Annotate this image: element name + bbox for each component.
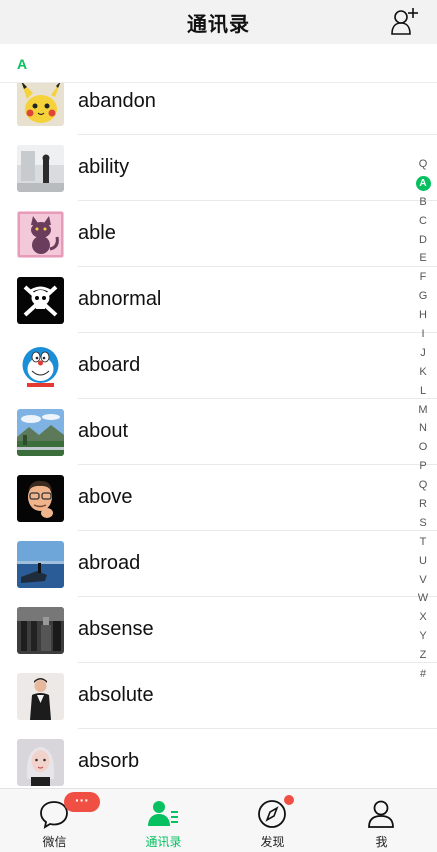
tab-me[interactable]: 我 bbox=[327, 789, 436, 852]
contact-name: absolute bbox=[78, 684, 154, 706]
contact-list[interactable]: abandon ability able abnormal aboard abo… bbox=[0, 83, 437, 788]
divider bbox=[78, 596, 437, 597]
contact-name: abnormal bbox=[78, 288, 162, 310]
index-letter[interactable]: L bbox=[414, 382, 432, 401]
index-letter[interactable]: E bbox=[414, 249, 432, 268]
contact-name: above bbox=[78, 486, 133, 508]
sea-avatar bbox=[17, 541, 64, 588]
index-letter[interactable]: O bbox=[414, 438, 432, 457]
skull-flag-avatar bbox=[17, 277, 64, 324]
tab-label: 发现 bbox=[260, 835, 285, 849]
index-letter[interactable]: Z bbox=[414, 646, 432, 665]
divider bbox=[78, 200, 437, 201]
index-letter[interactable]: V bbox=[414, 571, 432, 590]
index-letter[interactable]: J bbox=[414, 344, 432, 363]
index-letter[interactable]: Q bbox=[414, 155, 432, 174]
index-letter[interactable]: D bbox=[414, 231, 432, 250]
index-letter[interactable]: B bbox=[414, 193, 432, 212]
index-letter[interactable]: Y bbox=[414, 627, 432, 646]
contact-name: abroad bbox=[78, 552, 141, 574]
profile-icon bbox=[368, 800, 394, 828]
nav-header: 通讯录 bbox=[0, 0, 437, 44]
tab-label: 我 bbox=[375, 835, 388, 849]
unread-badge: ··· bbox=[64, 792, 100, 812]
contact-name: abandon bbox=[78, 90, 156, 112]
index-letter[interactable]: C bbox=[414, 212, 432, 231]
divider bbox=[78, 662, 437, 663]
doraemon-avatar bbox=[17, 343, 64, 390]
contact-row[interactable]: absolute bbox=[0, 664, 437, 729]
discover-dot-badge bbox=[284, 795, 294, 805]
contact-row[interactable]: above bbox=[0, 466, 437, 531]
contact-name: absense bbox=[78, 618, 154, 640]
contact-row[interactable]: absorb bbox=[0, 730, 437, 788]
index-letter[interactable]: I bbox=[414, 325, 432, 344]
index-letter[interactable]: X bbox=[414, 608, 432, 627]
divider bbox=[78, 332, 437, 333]
contact-name: about bbox=[78, 420, 129, 442]
contact-row[interactable]: aboard bbox=[0, 334, 437, 399]
contact-name: absorb bbox=[78, 750, 140, 772]
contact-name: ability bbox=[78, 156, 130, 178]
index-letter[interactable]: # bbox=[414, 665, 432, 684]
contact-row[interactable]: abandon bbox=[0, 83, 437, 135]
index-letter[interactable]: R bbox=[414, 495, 432, 514]
alphabet-index[interactable]: Q A B C D E F G H I J K L M N O P Q R S … bbox=[414, 155, 432, 684]
contact-row[interactable]: abroad bbox=[0, 532, 437, 597]
compass-icon bbox=[258, 800, 286, 828]
index-letter[interactable]: W bbox=[414, 589, 432, 608]
contacts-icon bbox=[148, 801, 178, 826]
contact-row[interactable]: absense bbox=[0, 598, 437, 663]
index-letter[interactable]: H bbox=[414, 306, 432, 325]
section-header: A bbox=[0, 44, 437, 83]
landscape-avatar bbox=[17, 409, 64, 456]
person-avatar bbox=[17, 673, 64, 720]
memoji-avatar bbox=[17, 475, 64, 522]
index-letter[interactable]: N bbox=[414, 419, 432, 438]
index-letter[interactable]: S bbox=[414, 514, 432, 533]
contact-row[interactable]: able bbox=[0, 202, 437, 267]
index-letter[interactable]: T bbox=[414, 533, 432, 552]
tab-label: 微信 bbox=[42, 835, 67, 849]
divider bbox=[78, 398, 437, 399]
girl-avatar bbox=[17, 739, 64, 786]
section-letter: A bbox=[17, 56, 28, 72]
contact-row[interactable]: about bbox=[0, 400, 437, 465]
divider bbox=[78, 266, 437, 267]
tab-label: 通讯录 bbox=[145, 835, 182, 849]
contact-row[interactable]: ability bbox=[0, 136, 437, 201]
index-letter[interactable]: U bbox=[414, 552, 432, 571]
index-letter[interactable]: P bbox=[414, 457, 432, 476]
divider bbox=[78, 464, 437, 465]
dark-room-avatar bbox=[17, 607, 64, 654]
add-friend-button[interactable] bbox=[389, 7, 419, 37]
room-photo-avatar bbox=[17, 145, 64, 192]
tab-contacts[interactable]: 通讯录 bbox=[109, 789, 218, 852]
divider bbox=[78, 530, 437, 531]
divider bbox=[78, 728, 437, 729]
contact-row[interactable]: abnormal bbox=[0, 268, 437, 333]
add-friend-icon bbox=[391, 8, 418, 35]
index-letter[interactable]: G bbox=[414, 287, 432, 306]
index-letter[interactable]: F bbox=[414, 268, 432, 287]
contact-name: aboard bbox=[78, 354, 141, 376]
index-letter[interactable]: Q bbox=[414, 476, 432, 495]
pikachu-avatar bbox=[17, 83, 64, 126]
contact-name: able bbox=[78, 222, 116, 244]
index-letter[interactable]: M bbox=[414, 401, 432, 420]
index-letter[interactable]: K bbox=[414, 363, 432, 382]
divider bbox=[78, 134, 437, 135]
tab-discover[interactable]: 发现 bbox=[218, 789, 327, 852]
pink-cat-avatar bbox=[17, 211, 64, 258]
page-title: 通讯录 bbox=[187, 14, 250, 36]
index-letter-active[interactable]: A bbox=[414, 174, 432, 193]
